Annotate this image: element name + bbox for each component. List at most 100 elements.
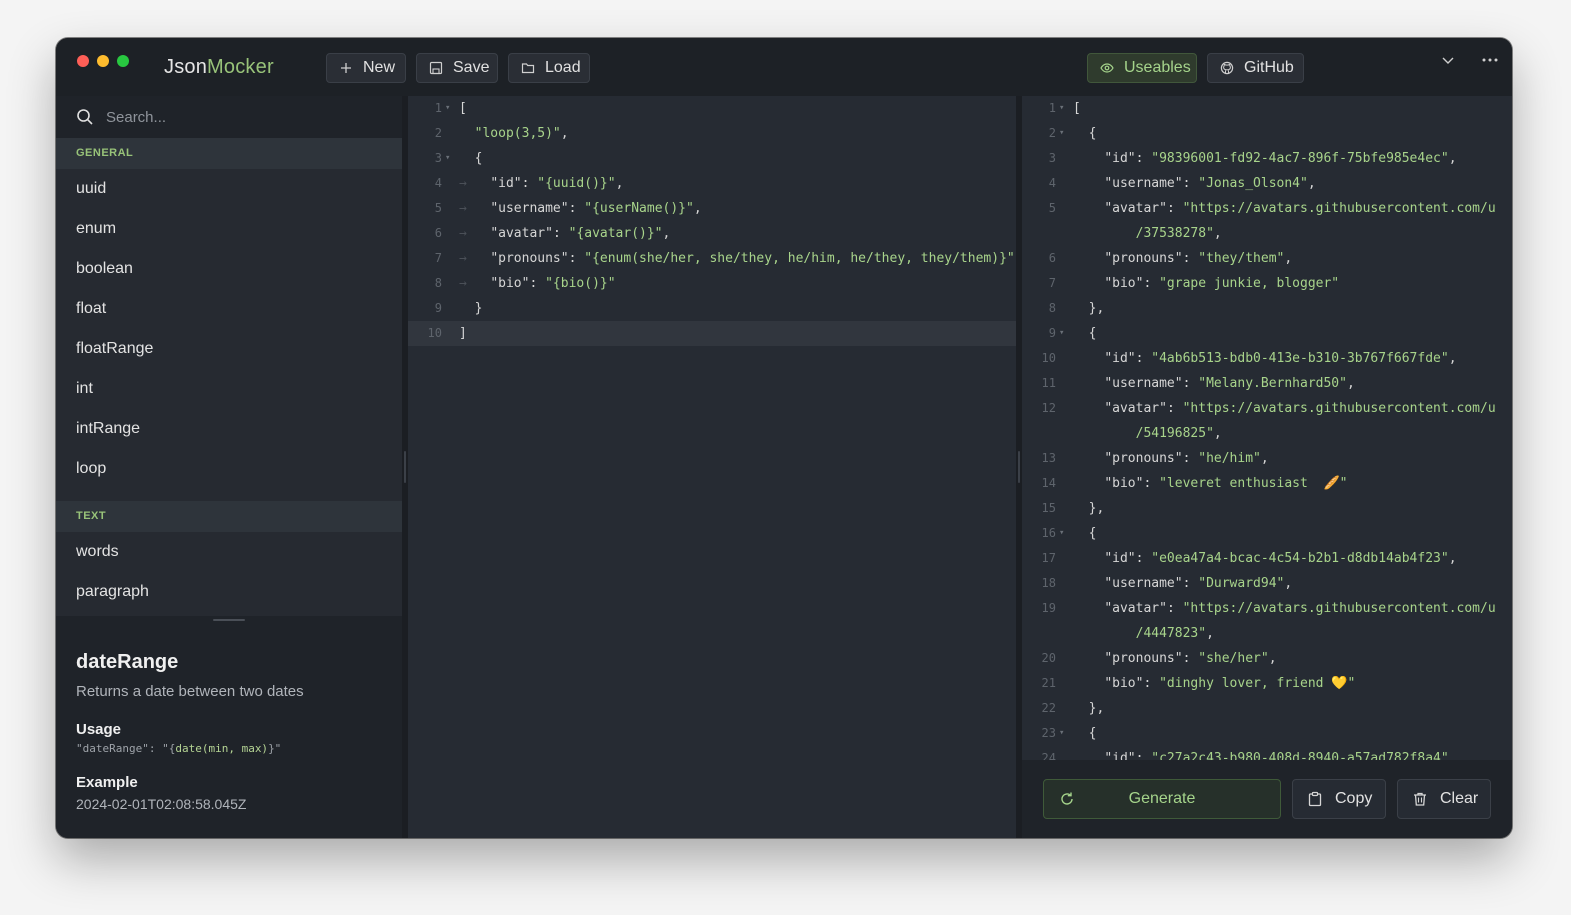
sidebar-item-paragraph[interactable]: paragraph [56, 572, 402, 612]
output-line[interactable]: 6 "pronouns": "they/them", [1022, 246, 1512, 271]
output-line[interactable]: 17 "id": "e0ea47a4-bcac-4c54-b2b1-d8db14… [1022, 546, 1512, 571]
code-line[interactable]: 7 → "pronouns": "{enum(she/her, she/they,… [408, 246, 1016, 271]
sidebar-item-boolean[interactable]: boolean [56, 249, 402, 289]
line-number: 19 [1041, 601, 1056, 615]
eye-icon [1100, 63, 1114, 73]
output-line[interactable]: 13 "pronouns": "he/him", [1022, 446, 1512, 471]
more-options-icon[interactable] [1480, 50, 1500, 70]
useables-button[interactable]: Useables [1087, 53, 1197, 83]
generate-button[interactable]: Generate [1043, 779, 1281, 819]
sidebar-item-float[interactable]: float [56, 289, 402, 329]
code-line[interactable]: 1 ▾ [ [408, 96, 1016, 121]
code-line[interactable]: 3 ▾ { [408, 146, 1016, 171]
line-number: 8 [1048, 301, 1056, 315]
code-text: { [459, 151, 483, 166]
divider-grip[interactable] [404, 451, 406, 483]
code-text: "username": "Jonas_Olson4", [1104, 176, 1316, 191]
close-window-button[interactable] [77, 55, 89, 67]
minimize-window-button[interactable] [97, 55, 109, 67]
template-editor[interactable]: 1 ▾[2 "loop(3,5)", 3 ▾ {4 → "id": "{uuid()}"… [408, 96, 1016, 838]
line-number: 6 [434, 226, 442, 240]
code-line[interactable]: 10] [408, 321, 1016, 346]
sidebar-item-intrange[interactable]: intRange [56, 409, 402, 449]
line-number: 4 [1048, 176, 1056, 190]
code-line[interactable]: 6 → "avatar": "{avatar()}", [408, 221, 1016, 246]
output-line[interactable]: 23 ▾ { [1022, 721, 1512, 746]
app-title-accent: Mocker [207, 56, 274, 78]
section-header-general: GENERAL [56, 138, 402, 169]
output-line[interactable]: 7 "bio": "grape junkie, blogger" [1022, 271, 1512, 296]
clear-button[interactable]: Clear [1397, 779, 1491, 819]
output-line[interactable]: 21 "bio": "dinghy lover, friend 💛" [1022, 671, 1512, 696]
code-text: "id": "98396001-fd92-4ac7-896f-75bfe985e… [1104, 151, 1457, 166]
output-line[interactable]: 8 }, [1022, 296, 1512, 321]
sidebar-item-enum[interactable]: enum [56, 209, 402, 249]
usage-function: date(min, max) [175, 742, 269, 755]
output-line[interactable]: /37538278", [1022, 221, 1512, 246]
fold-toggle-icon[interactable]: ▾ [1059, 721, 1064, 746]
divider-grip[interactable] [1018, 451, 1020, 483]
line-number: 21 [1041, 676, 1056, 690]
output-line[interactable]: 16 ▾ { [1022, 521, 1512, 546]
fold-toggle-icon[interactable]: ▾ [1059, 121, 1064, 146]
output-line[interactable]: 2 ▾ { [1022, 121, 1512, 146]
clipboard-icon [1308, 791, 1322, 807]
usage-heading: Usage [76, 721, 122, 738]
output-line[interactable]: 14 "bio": "leveret enthusiast 🥖" [1022, 471, 1512, 496]
code-line[interactable]: 9 } [408, 296, 1016, 321]
fold-toggle-icon[interactable]: ▾ [445, 146, 450, 171]
line-number: 20 [1041, 651, 1056, 665]
output-line[interactable]: 18 "username": "Durward94", [1022, 571, 1512, 596]
output-line[interactable]: 9 ▾ { [1022, 321, 1512, 346]
output-line[interactable]: 10 "id": "4ab6b513-bdb0-413e-b310-3b767f… [1022, 346, 1512, 371]
fold-toggle-icon[interactable]: ▾ [1059, 521, 1064, 546]
code-text: /54196825", [1135, 426, 1222, 441]
output-editor[interactable]: 1 ▾[2 ▾ {3 "id": "98396001-fd92-4ac7-896f-… [1022, 96, 1512, 760]
sidebar-item-floatrange[interactable]: floatRange [56, 329, 402, 369]
line-number: 10 [427, 326, 442, 340]
title-bar: JsonMocker New Save Load Useables GitHub [56, 38, 1512, 96]
load-button[interactable]: Load [508, 53, 590, 83]
output-line[interactable]: 22 }, [1022, 696, 1512, 721]
sidebar-item-int[interactable]: int [56, 369, 402, 409]
fold-toggle-icon[interactable]: ▾ [445, 96, 450, 121]
output-line[interactable]: 1 ▾ [ [1022, 96, 1512, 121]
output-line[interactable]: 19 "avatar": "https://avatars.githubuser… [1022, 596, 1512, 621]
resize-handle[interactable] [213, 619, 245, 621]
line-number: 1 [1048, 101, 1056, 115]
chevron-down-icon[interactable] [1440, 52, 1456, 68]
maximize-window-button[interactable] [117, 55, 129, 67]
line-number: 23 [1041, 726, 1056, 740]
output-line[interactable]: 12 "avatar": "https://avatars.githubuser… [1022, 396, 1512, 421]
clear-button-label: Clear [1440, 790, 1479, 807]
search-input[interactable] [106, 108, 366, 126]
new-button[interactable]: New [326, 53, 406, 83]
output-line[interactable]: 15 }, [1022, 496, 1512, 521]
github-button[interactable]: GitHub [1207, 53, 1304, 83]
line-number: 11 [1041, 376, 1056, 390]
code-text: [ [459, 101, 467, 116]
copy-button[interactable]: Copy [1292, 779, 1386, 819]
usage-snippet: "dateRange": "{date(min, max)}" [76, 742, 281, 755]
sidebar-item-words[interactable]: words [56, 532, 402, 572]
save-button-label: Save [453, 59, 490, 76]
output-line[interactable]: 3 "id": "98396001-fd92-4ac7-896f-75bfe98… [1022, 146, 1512, 171]
output-line[interactable]: 24 "id": "c27a2c43-b980-408d-8940-a57ad7… [1022, 746, 1512, 760]
fold-toggle-icon[interactable]: ▾ [1059, 321, 1064, 346]
output-line[interactable]: 11 "username": "Melany.Bernhard50", [1022, 371, 1512, 396]
output-line[interactable]: /54196825", [1022, 421, 1512, 446]
output-line[interactable]: 20 "pronouns": "she/her", [1022, 646, 1512, 671]
output-line[interactable]: 5 "avatar": "https://avatars.githubuserc… [1022, 196, 1512, 221]
fold-toggle-icon[interactable]: ▾ [1059, 96, 1064, 121]
sidebar-item-loop[interactable]: loop [56, 449, 402, 489]
code-line[interactable]: 4 → "id": "{uuid()}", [408, 171, 1016, 196]
code-line[interactable]: 2 "loop(3,5)", [408, 121, 1016, 146]
code-line[interactable]: 8 → "bio": "{bio()}" [408, 271, 1016, 296]
output-line[interactable]: 4 "username": "Jonas_Olson4", [1022, 171, 1512, 196]
line-number: 2 [434, 126, 442, 140]
code-line[interactable]: 5 → "username": "{userName()}", [408, 196, 1016, 221]
output-line[interactable]: /4447823", [1022, 621, 1512, 646]
save-button[interactable]: Save [416, 53, 498, 83]
sidebar-item-uuid[interactable]: uuid [56, 169, 402, 209]
copy-button-label: Copy [1335, 790, 1373, 807]
